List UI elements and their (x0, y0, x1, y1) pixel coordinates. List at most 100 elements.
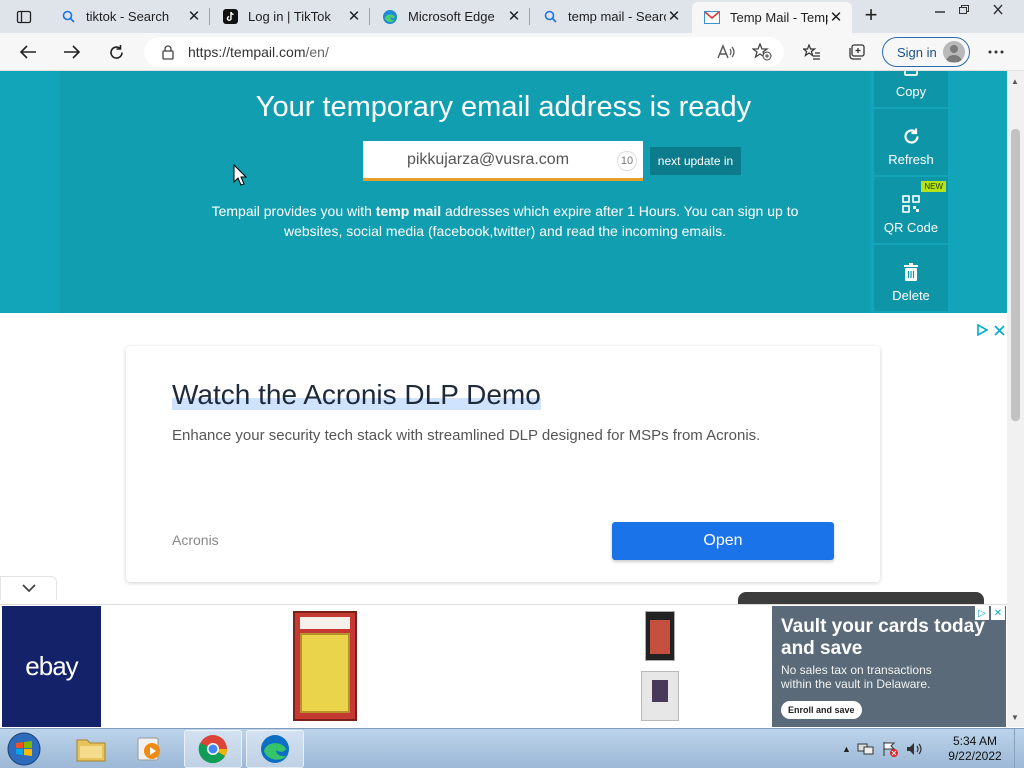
close-icon[interactable]: ✕ (346, 8, 362, 25)
copy-button[interactable]: Copy (874, 71, 948, 107)
copy-icon (901, 71, 921, 78)
trading-card-image[interactable] (641, 671, 679, 721)
trading-card-image[interactable] (645, 611, 675, 661)
tab-temp-mail-active[interactable]: Temp Mail - Temporary ✕ (692, 2, 852, 33)
vault-subtext: No sales tax on transactions within the … (781, 663, 932, 691)
close-icon[interactable]: ✕ (828, 9, 844, 26)
ad-title[interactable]: Watch the Acronis DLP Demo (172, 379, 541, 411)
chrome-taskbar-button[interactable] (184, 730, 242, 768)
more-icon (988, 50, 1004, 54)
add-favorite-button[interactable] (748, 38, 776, 66)
copy-label: Copy (895, 84, 927, 99)
ad-choices-icon[interactable]: ▷ (975, 606, 989, 620)
countdown-badge: 10 (617, 151, 637, 171)
collapse-ad-button[interactable] (0, 576, 57, 600)
ad-title-text: Watch the Acronis DLP Demo (172, 379, 541, 410)
ebay-ad-banner[interactable]: ebay Vault your cards today and save No … (0, 604, 1007, 727)
folder-icon (76, 739, 106, 762)
tab-tiktok-search[interactable]: tiktok - Search ✕ (48, 2, 210, 31)
minimize-button[interactable] (928, 0, 952, 18)
file-explorer-button[interactable] (62, 730, 120, 768)
side-actions: Copy Refresh NEW QR Code Delete (874, 71, 948, 313)
media-player-button[interactable] (120, 730, 178, 768)
qr-code-label: QR Code (883, 220, 939, 235)
ad-open-button[interactable]: Open (612, 522, 834, 560)
taskbar-clock[interactable]: 5:34 AM 9/22/2022 (940, 734, 1010, 764)
delete-label: Delete (892, 288, 930, 303)
browser-toolbar: https://tempail.com/en/ Sign in (0, 33, 1024, 71)
sign-in-button[interactable]: Sign in (882, 37, 970, 67)
read-aloud-icon (717, 44, 735, 59)
delete-button[interactable]: Delete (874, 245, 948, 311)
start-button[interactable] (4, 730, 44, 768)
ad-choices[interactable]: ▷ ✕ (975, 606, 1005, 620)
close-icon (993, 4, 1003, 14)
system-tray: ▲ (842, 729, 923, 768)
ebay-logo[interactable]: ebay (2, 606, 101, 727)
trading-card-image[interactable] (293, 611, 357, 721)
close-icon[interactable]: ✕ (666, 8, 682, 25)
close-ad-icon[interactable]: ✕ (991, 606, 1005, 620)
scroll-up-icon[interactable]: ▲ (1011, 77, 1019, 86)
ad-choices[interactable] (976, 324, 1005, 336)
tab-label: temp mail - Search (568, 9, 666, 24)
qr-code-icon (901, 194, 921, 214)
windows-taskbar: ▲ 5:34 AM 9/22/2022 (0, 728, 1024, 768)
url-domain: https://tempail.com (188, 44, 306, 60)
scroll-down-icon[interactable]: ▼ (1011, 713, 1019, 722)
star-add-icon (752, 43, 772, 61)
email-address[interactable]: pikkujarza@vusra.com (407, 151, 569, 169)
search-icon (542, 9, 558, 25)
volume-icon[interactable] (905, 741, 923, 757)
lock-icon[interactable] (162, 44, 174, 60)
ad-brand[interactable]: Acronis (172, 532, 219, 548)
minimize-icon (935, 11, 945, 13)
close-window-button[interactable] (976, 0, 1020, 18)
network-icon[interactable] (857, 741, 875, 757)
collections-icon (849, 43, 865, 60)
acronis-ad-card[interactable]: Watch the Acronis DLP Demo Enhance your … (126, 346, 880, 582)
close-icon[interactable]: ✕ (506, 8, 522, 25)
tab-microsoft-edge[interactable]: Microsoft Edge ✕ (370, 2, 530, 31)
next-update-label: next update in (650, 147, 741, 175)
tab-temp-mail-search[interactable]: temp mail - Search ✕ (530, 2, 690, 31)
back-button[interactable] (14, 38, 42, 66)
tab-label: tiktok - Search (86, 9, 170, 24)
close-ad-icon[interactable] (994, 324, 1005, 336)
enroll-button[interactable]: Enroll and save (781, 701, 862, 719)
tab-actions-icon (16, 10, 32, 23)
collections-button[interactable] (842, 38, 870, 66)
refresh-email-button[interactable]: Refresh (874, 109, 948, 175)
refresh-button[interactable] (102, 38, 130, 66)
show-hidden-icons[interactable]: ▲ (842, 744, 851, 754)
email-address-field[interactable]: pikkujarza@vusra.com 10 (363, 141, 643, 181)
plus-icon: + (864, 2, 878, 27)
page-scrollbar[interactable]: ▲ ▼ (1007, 71, 1024, 727)
close-icon[interactable]: ✕ (186, 8, 202, 25)
favorites-button[interactable] (798, 38, 826, 66)
forward-button[interactable] (58, 38, 86, 66)
mail-icon (704, 10, 720, 26)
restore-button[interactable] (952, 0, 976, 18)
url-path: /en/ (305, 44, 329, 60)
sign-in-label: Sign in (897, 44, 937, 60)
scroll-thumb[interactable] (1011, 129, 1020, 421)
hero-section: Your temporary email address is ready pi… (0, 71, 1007, 313)
tab-actions-button[interactable] (0, 0, 48, 33)
ad-choices-icon[interactable] (976, 324, 988, 336)
forward-arrow-icon (64, 45, 81, 59)
clock-date: 9/22/2022 (948, 749, 1002, 763)
action-center-icon[interactable] (881, 741, 899, 757)
page-title: Your temporary email address is ready (255, 91, 752, 123)
read-aloud-button[interactable] (712, 38, 740, 66)
media-player-icon (137, 737, 160, 761)
new-tab-button[interactable]: + (858, 4, 884, 28)
settings-more-button[interactable] (982, 38, 1010, 66)
address-bar[interactable]: https://tempail.com/en/ (144, 37, 784, 67)
tab-tiktok-login[interactable]: Log in | TikTok ✕ (210, 2, 370, 31)
show-desktop-button[interactable] (1014, 729, 1024, 768)
vault-promo[interactable]: Vault your cards today and save No sales… (772, 606, 1006, 727)
hero-description: Tempail provides you with temp mail addr… (190, 201, 820, 241)
edge-taskbar-button[interactable] (246, 730, 304, 768)
qr-code-button[interactable]: NEW QR Code (874, 177, 948, 243)
